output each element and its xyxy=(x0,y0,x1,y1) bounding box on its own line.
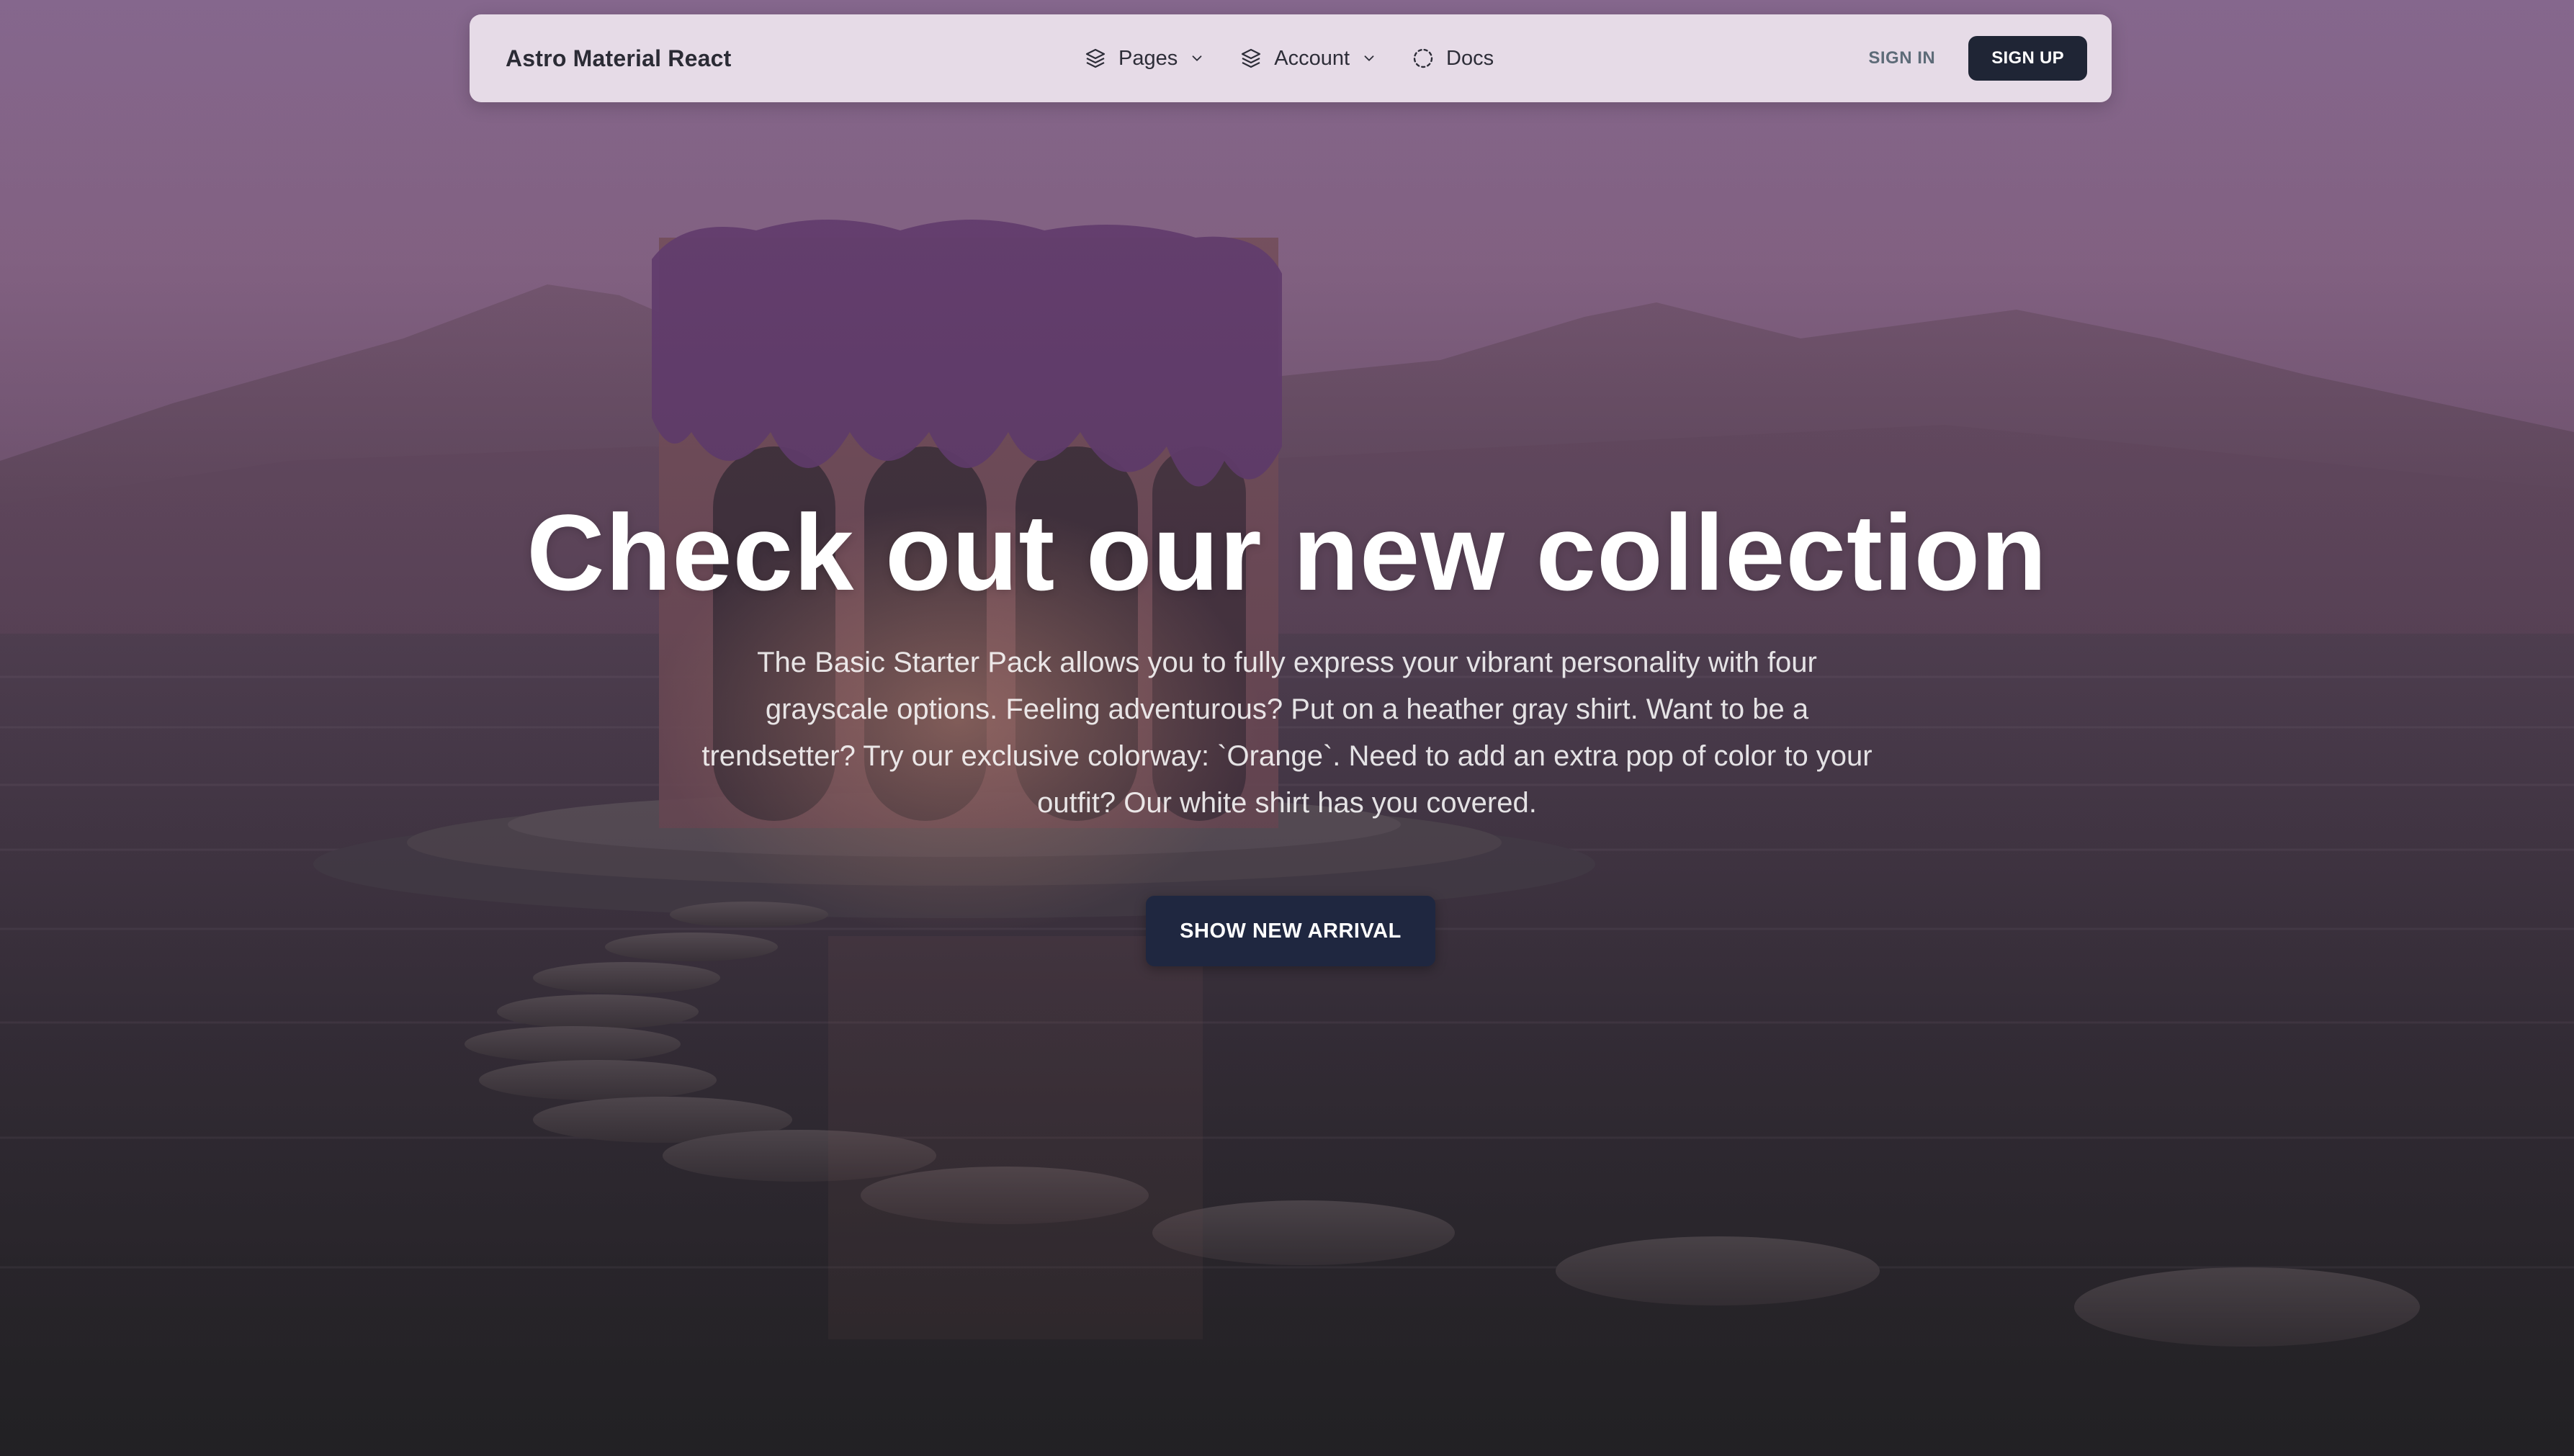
nav-item-pages[interactable]: Pages xyxy=(1084,47,1205,71)
hero-description: The Basic Starter Pack allows you to ful… xyxy=(701,647,1873,819)
chevron-down-icon xyxy=(1189,50,1205,66)
page: Astro Material React Pages Account Docs … xyxy=(0,0,2574,1456)
nav-item-label: Account xyxy=(1274,46,1350,70)
nav-actions: SIGN IN SIGN UP xyxy=(1868,14,2087,102)
nav-item-account[interactable]: Account xyxy=(1239,47,1377,71)
sign-in-button[interactable]: SIGN IN xyxy=(1868,48,1935,68)
navbar: Astro Material React Pages Account Docs … xyxy=(470,14,2112,102)
nav-item-label: Pages xyxy=(1118,46,1178,70)
nav-item-docs[interactable]: Docs xyxy=(1412,47,1494,71)
stack-icon xyxy=(1239,47,1263,70)
nav-item-label: Docs xyxy=(1446,46,1494,70)
nav-menu: Pages Account Docs xyxy=(1084,14,1494,102)
stack-icon xyxy=(1084,47,1107,70)
show-new-arrival-button[interactable]: SHOW NEW ARRIVAL xyxy=(1146,896,1435,966)
hero-title: Check out our new collection xyxy=(526,492,2048,613)
dashed-circle-icon xyxy=(1412,47,1435,70)
chevron-down-icon xyxy=(1361,50,1377,66)
brand-logo[interactable]: Astro Material React xyxy=(506,14,731,102)
sign-up-button[interactable]: SIGN UP xyxy=(1968,36,2087,81)
